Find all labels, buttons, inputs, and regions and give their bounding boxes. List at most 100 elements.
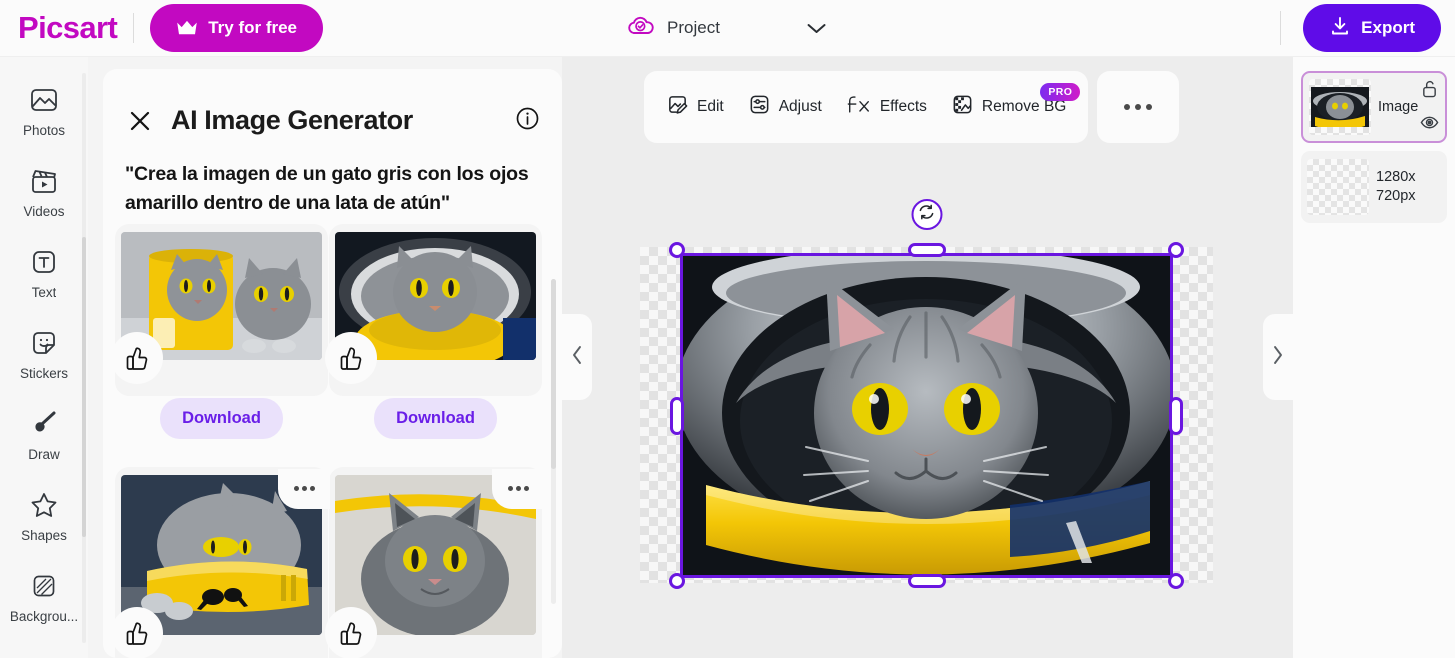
resize-handle-top[interactable] xyxy=(907,243,946,257)
background-icon xyxy=(28,569,60,603)
stickers-icon xyxy=(28,326,60,360)
resize-handle-top-right[interactable] xyxy=(1168,242,1184,258)
page-title: AI Image Generator xyxy=(171,105,413,135)
pro-badge: PRO xyxy=(1040,83,1081,101)
dot xyxy=(507,486,513,492)
card-menu-button[interactable] xyxy=(278,468,330,509)
sidebar-item-text[interactable]: Text xyxy=(0,245,88,300)
draw-icon xyxy=(28,407,60,441)
effects-icon xyxy=(846,93,872,121)
prompt-text: "Crea la imagen de un gato gris con los … xyxy=(125,163,529,214)
selection-border xyxy=(680,253,1173,578)
resize-handle-bottom-left[interactable] xyxy=(669,573,685,589)
sidebar-item-background[interactable]: Backgrou... xyxy=(0,569,88,624)
adjust-icon xyxy=(748,93,771,121)
layer-name: Image xyxy=(1378,99,1419,115)
chevron-right-icon xyxy=(1270,344,1286,371)
image-toolbar: Edit Adjust Effects Remove BG PRO xyxy=(644,71,1180,143)
resize-handle-left[interactable] xyxy=(670,396,684,435)
dot xyxy=(293,486,299,492)
sidebar-label: Shapes xyxy=(21,528,67,543)
sidebar-label: Backgrou... xyxy=(9,609,79,624)
selected-object[interactable] xyxy=(669,199,1184,589)
resize-handle-right[interactable] xyxy=(1169,396,1183,435)
divider xyxy=(1280,11,1282,45)
like-button[interactable] xyxy=(325,606,377,658)
rotate-handle[interactable] xyxy=(911,199,942,230)
try-for-free-button[interactable]: Try for free xyxy=(150,4,324,52)
expand-right-panel-button[interactable] xyxy=(1263,314,1293,400)
info-icon[interactable] xyxy=(515,106,540,136)
photos-icon xyxy=(28,83,60,117)
layer-actions xyxy=(1420,79,1439,135)
sidebar-label: Text xyxy=(31,285,57,300)
like-button[interactable] xyxy=(111,606,163,658)
more-options-button[interactable] xyxy=(1097,71,1180,143)
tool-label: Effects xyxy=(879,98,927,115)
download-icon xyxy=(1329,15,1351,42)
layer-thumbnail-transparent xyxy=(1307,159,1369,215)
like-button[interactable] xyxy=(325,331,377,384)
tool-effects[interactable]: Effects xyxy=(834,71,939,143)
panel-header: AI Image Generator xyxy=(103,69,562,136)
top-bar: Picsart Try for free Project Export xyxy=(0,0,1455,57)
tool-edit[interactable]: Edit xyxy=(654,71,736,143)
cloud-check-icon xyxy=(625,14,655,43)
export-button[interactable]: Export xyxy=(1303,4,1441,52)
layer-row-background[interactable]: 1280x 720px xyxy=(1301,151,1447,223)
sidebar-label: Photos xyxy=(22,123,66,138)
result-card[interactable] xyxy=(111,466,330,658)
rotate-icon xyxy=(918,203,936,226)
dot xyxy=(1124,104,1131,110)
more-icon xyxy=(1124,104,1153,110)
dot xyxy=(309,486,315,492)
chevron-down-icon[interactable] xyxy=(804,20,830,36)
result-card[interactable] xyxy=(325,466,544,658)
dot xyxy=(523,486,529,492)
layers-panel: Image 1280x 720px xyxy=(1293,57,1455,658)
picsart-logo[interactable]: Picsart xyxy=(18,10,118,46)
tool-adjust[interactable]: Adjust xyxy=(736,71,834,143)
collapse-left-panel-button[interactable] xyxy=(562,314,592,400)
tool-group: Edit Adjust Effects Remove BG PRO xyxy=(644,71,1089,143)
layer-thumbnail xyxy=(1309,79,1371,135)
project-selector[interactable]: Project xyxy=(625,14,830,43)
dot xyxy=(515,486,521,492)
card-menu-button[interactable] xyxy=(492,468,544,509)
tool-label: Edit xyxy=(697,98,724,115)
left-sidebar: Photos Videos Text Stickers Draw Shapes … xyxy=(0,57,88,658)
sidebar-item-videos[interactable]: Videos xyxy=(0,164,88,219)
sidebar-item-photos[interactable]: Photos xyxy=(0,83,88,138)
lock-open-icon[interactable] xyxy=(1421,79,1438,103)
crown-icon xyxy=(176,20,198,36)
export-label: Export xyxy=(1361,18,1415,37)
download-row: Download Download xyxy=(121,397,536,439)
layer-row-image[interactable]: Image xyxy=(1301,71,1447,143)
resize-handle-bottom[interactable] xyxy=(907,574,946,588)
resize-handle-top-left[interactable] xyxy=(669,242,685,258)
like-button[interactable] xyxy=(111,331,163,384)
eye-icon[interactable] xyxy=(1420,115,1439,135)
download-button[interactable]: Download xyxy=(160,397,283,439)
dot xyxy=(301,486,307,492)
tool-label: Adjust xyxy=(778,98,822,115)
result-card[interactable] xyxy=(111,223,328,396)
project-name: Project xyxy=(667,18,720,37)
canvas-area[interactable]: Edit Adjust Effects Remove BG PRO xyxy=(562,57,1293,658)
download-cell: Download xyxy=(121,397,322,439)
sidebar-item-shapes[interactable]: Shapes xyxy=(0,488,88,543)
layer-size-height: 720px xyxy=(1376,188,1416,204)
sidebar-scrollbar-thumb[interactable] xyxy=(82,237,86,537)
tool-remove-bg[interactable]: Remove BG PRO xyxy=(939,71,1081,143)
layer-size: 1280x 720px xyxy=(1376,168,1416,206)
divider xyxy=(133,13,135,43)
close-icon[interactable] xyxy=(125,106,155,136)
panel-scrollbar-thumb[interactable] xyxy=(551,279,556,469)
remove-bg-icon xyxy=(951,93,974,121)
resize-handle-bottom-right[interactable] xyxy=(1168,573,1184,589)
sidebar-item-draw[interactable]: Draw xyxy=(0,407,88,462)
sidebar-item-stickers[interactable]: Stickers xyxy=(0,326,88,381)
result-card[interactable] xyxy=(325,223,542,396)
download-button[interactable]: Download xyxy=(374,397,497,439)
text-icon xyxy=(28,245,60,279)
